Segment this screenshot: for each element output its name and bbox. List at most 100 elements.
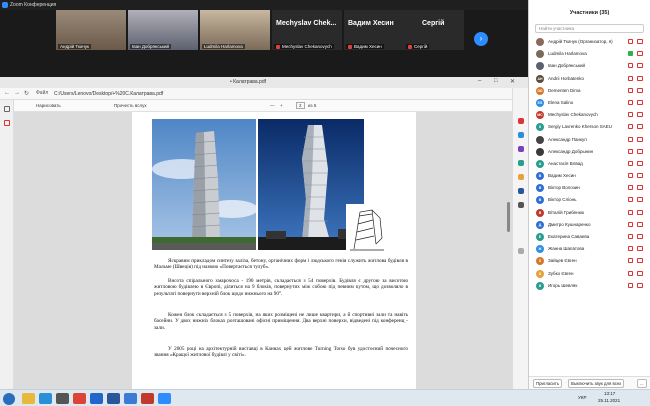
participant-row[interactable]: И Игорь Шевляк [529, 280, 650, 292]
mic-muted-icon[interactable] [628, 87, 633, 93]
sidebar-icon[interactable] [518, 146, 524, 152]
mic-muted-icon[interactable] [628, 160, 633, 166]
page-number-input[interactable]: 2 [296, 102, 305, 109]
photos-icon[interactable] [124, 393, 137, 404]
video-off-icon[interactable] [637, 270, 643, 276]
store-icon[interactable] [56, 393, 69, 404]
mic-muted-icon[interactable] [628, 282, 633, 288]
minimize-icon[interactable]: – [478, 78, 481, 84]
participant-row[interactable]: Ludmila Harlamova [529, 48, 650, 60]
video-off-icon[interactable] [637, 258, 643, 264]
participant-row[interactable]: Ж Жанна Шапатова [529, 243, 650, 255]
invite-button[interactable]: Пригласить [533, 379, 563, 388]
video-off-icon[interactable] [637, 282, 643, 288]
video-off-icon[interactable] [637, 112, 643, 118]
sidebar-icon[interactable] [518, 160, 524, 166]
participant-row[interactable]: Александр Добрынин [529, 146, 650, 158]
participant-row[interactable]: А Анастасія Влвад [529, 158, 650, 170]
name-tile-6[interactable]: Сергій Сергій [404, 10, 464, 50]
read-aloud-button[interactable]: Прочесть вслух [114, 103, 147, 108]
mail-icon[interactable] [90, 393, 103, 404]
zoom-icon[interactable] [158, 393, 171, 404]
video-off-icon[interactable] [637, 246, 643, 252]
mic-muted-icon[interactable] [628, 270, 633, 276]
address-input[interactable]: C:/Users/Lenovo/Desktop/+%20C.Калатрава.… [54, 90, 414, 98]
video-off-icon[interactable] [637, 173, 643, 179]
back-icon[interactable]: ← [4, 90, 10, 96]
mic-muted-icon[interactable] [628, 112, 633, 118]
participant-row[interactable]: З Зайцев Євген [529, 255, 650, 267]
mic-muted-icon[interactable] [628, 221, 633, 227]
draw-button[interactable]: Нарисовать [36, 103, 61, 108]
refresh-icon[interactable]: ↻ [24, 90, 29, 97]
participant-search-input[interactable]: Найти участника [535, 24, 644, 33]
participant-row[interactable]: В Віктор Сліонь [529, 194, 650, 206]
video-off-icon[interactable] [637, 160, 643, 166]
mic-muted-icon[interactable] [628, 185, 633, 191]
participant-row[interactable]: DD Dementen Dima [529, 85, 650, 97]
participant-row[interactable]: S Sergiy Lavrenko Kherson SAEU [529, 121, 650, 133]
video-off-icon[interactable] [637, 209, 643, 215]
chrome-icon[interactable] [73, 393, 86, 404]
clock-date[interactable]: 25.11.2021 [598, 398, 620, 403]
mic-muted-icon[interactable] [628, 258, 633, 264]
browser-tab-title[interactable]: • Калатрава.pdf [230, 79, 266, 85]
video-off-icon[interactable] [637, 99, 643, 105]
participant-row[interactable]: В Вадим Хесин [529, 170, 650, 182]
video-off-icon[interactable] [637, 234, 643, 239]
mic-muted-icon[interactable] [628, 75, 633, 81]
mic-muted-icon[interactable] [628, 173, 633, 179]
pdf-icon[interactable] [4, 120, 10, 126]
more-button[interactable]: ... [637, 379, 647, 388]
video-off-icon[interactable] [637, 39, 643, 44]
participant-row[interactable]: Е Екатерина Саваева [529, 231, 650, 243]
video-tile-3[interactable]: Ludmila Harlamova [200, 10, 270, 50]
scrollbar-thumb[interactable] [507, 202, 510, 232]
chevron-right-icon[interactable]: › [474, 32, 488, 46]
close-icon[interactable]: ✕ [510, 78, 515, 85]
zoom-out-button[interactable]: — [270, 103, 275, 108]
mic-muted-icon[interactable] [628, 148, 633, 154]
mic-muted-icon[interactable] [628, 234, 633, 239]
edge-icon[interactable] [39, 393, 52, 404]
participant-row[interactable]: В Віктор Волозин [529, 182, 650, 194]
participant-row[interactable]: Д Дмитро Кушнаренко [529, 219, 650, 231]
video-off-icon[interactable] [637, 197, 643, 203]
mic-muted-icon[interactable] [628, 209, 633, 215]
sidebar-icon[interactable] [518, 118, 524, 124]
video-off-icon[interactable] [637, 148, 643, 154]
sidebar-icon[interactable] [518, 202, 524, 208]
video-off-icon[interactable] [637, 136, 643, 142]
start-icon[interactable] [3, 393, 15, 405]
mic-muted-icon[interactable] [628, 246, 633, 252]
maximize-icon[interactable]: □ [494, 78, 498, 84]
video-off-icon[interactable] [637, 87, 643, 93]
pdf-icon[interactable] [141, 393, 154, 404]
word-icon[interactable] [107, 393, 120, 404]
sidebar-icon[interactable] [518, 174, 524, 180]
forward-icon[interactable]: → [14, 90, 20, 96]
explorer-icon[interactable] [22, 393, 35, 404]
mute-all-button[interactable]: Выключить звук для всех [568, 379, 625, 388]
mic-muted-icon[interactable] [628, 197, 633, 203]
sidebar-icon[interactable] [518, 132, 524, 138]
zoom-in-button[interactable]: + [280, 103, 283, 108]
participant-row[interactable]: MC Mechyslav Chekanovych [529, 109, 650, 121]
mic-muted-icon[interactable] [628, 124, 633, 130]
participant-row[interactable]: Александр Панкул [529, 134, 650, 146]
add-icon[interactable] [518, 248, 524, 254]
mic-on-icon[interactable] [628, 51, 633, 57]
clock-time[interactable]: 13:17 [604, 391, 615, 396]
video-off-icon[interactable] [637, 124, 643, 130]
sidebar-icon[interactable] [518, 188, 524, 194]
participant-row[interactable]: Андрій Ткачук (Организатор, я) [529, 36, 650, 48]
participant-row[interactable]: З Зубко Євген [529, 268, 650, 280]
contents-icon[interactable] [4, 106, 10, 112]
mic-muted-icon[interactable] [628, 63, 633, 69]
video-tile-1[interactable]: Андрій Ткачук [56, 10, 126, 50]
name-tile-4[interactable]: Mechyslav Chek... Mechyslav Chekanovych [272, 10, 342, 50]
video-off-icon[interactable] [637, 63, 643, 69]
mic-muted-icon[interactable] [628, 136, 633, 142]
participant-row[interactable]: AH Andrii Horbatenko [529, 73, 650, 85]
language-indicator[interactable]: УКР [578, 395, 586, 400]
